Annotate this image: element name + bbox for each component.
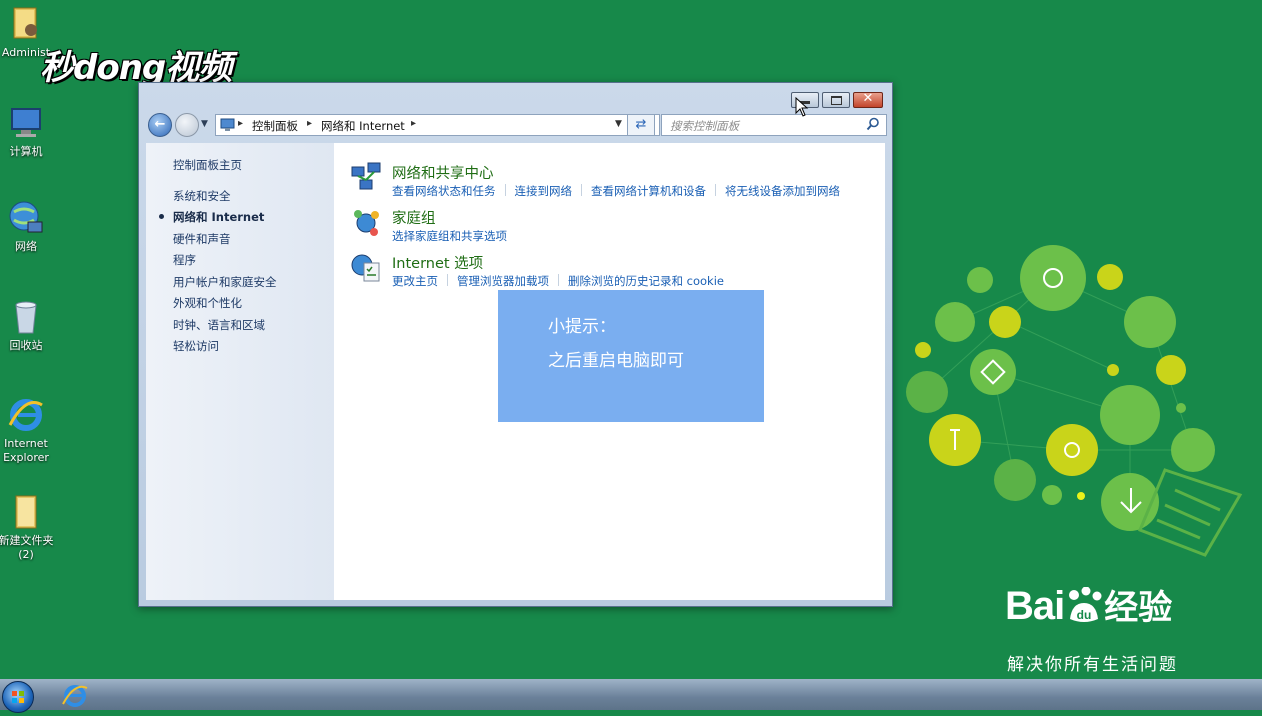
search-input[interactable]: 搜索控制面板 <box>661 114 887 136</box>
sidebar-item-programs[interactable]: 程序 <box>173 252 196 268</box>
search-placeholder: 搜索控制面板 <box>670 119 739 133</box>
sidebar-item-hardware-sound[interactable]: 硬件和声音 <box>173 231 231 247</box>
desktop-icon-administrator[interactable]: Administ <box>0 4 56 60</box>
back-arrow-icon: ← <box>154 117 166 132</box>
sidebar-item-home[interactable]: 控制面板主页 <box>173 157 242 173</box>
network-icon <box>9 201 43 233</box>
sidebar-item-network-internet[interactable]: 网络和 Internet <box>173 209 264 225</box>
windows-logo-icon <box>12 691 24 703</box>
breadcrumb-separator-icon: ▸ <box>307 118 313 129</box>
sidebar-item-user-accounts[interactable]: 用户帐户和家庭安全 <box>173 274 277 290</box>
tip-body: 之后重启电脑即可 <box>548 351 684 371</box>
desktop-icon-label: 新建文件夹 (2) <box>0 534 54 561</box>
active-bullet-icon <box>159 214 164 219</box>
sidebar-item-appearance[interactable]: 外观和个性化 <box>173 295 242 311</box>
folder-icon <box>15 495 37 529</box>
link-divider <box>581 184 582 196</box>
lightbulb-decoration <box>906 245 1243 557</box>
forward-button[interactable] <box>175 113 199 137</box>
category-title-internet-options[interactable]: Internet 选项 <box>392 252 483 273</box>
link-manage-addons[interactable]: 管理浏览器加载项 <box>457 273 549 289</box>
internet-options-icon <box>351 254 380 282</box>
desktop-icon-label: Internet Explorer <box>3 437 49 464</box>
desktop-icon-label: 网络 <box>15 240 37 253</box>
desktop-icon-label: Administ <box>1 46 51 59</box>
control-panel-icon <box>220 118 235 131</box>
mouse-cursor-icon <box>795 97 809 117</box>
baidu-jingyan-text: 经验 <box>1104 588 1173 628</box>
desktop-icon-new-folder[interactable]: 新建文件夹 (2) <box>0 492 56 562</box>
link-divider <box>447 274 448 286</box>
breadcrumb-separator-icon: ▸ <box>238 118 244 129</box>
network-sharing-icon <box>351 162 381 190</box>
link-divider <box>715 184 716 196</box>
link-add-wireless-device[interactable]: 将无线设备添加到网络 <box>725 183 840 199</box>
sidebar: 控制面板主页 系统和安全 网络和 Internet 硬件和声音 程序 用户帐户和… <box>146 143 334 600</box>
link-connect-network[interactable]: 连接到网络 <box>515 183 573 199</box>
recycle-bin-icon <box>15 301 37 334</box>
tip-overlay: 小提示： 之后重启电脑即可 <box>498 290 764 422</box>
close-icon: ✕ <box>862 91 874 106</box>
tip-title: 小提示： <box>548 317 616 337</box>
link-divider <box>504 184 506 196</box>
refresh-icon: ⇄ <box>635 117 647 132</box>
close-button[interactable]: ✕ <box>853 91 883 108</box>
link-view-network-status[interactable]: 查看网络状态和任务 <box>392 183 496 199</box>
search-icon[interactable] <box>866 117 880 131</box>
baidu-slogan: 解决你所有生活问题 <box>1007 655 1178 675</box>
back-button[interactable]: ← <box>148 113 172 137</box>
address-dropdown-icon[interactable]: ▼ <box>615 119 622 129</box>
homegroup-icon <box>354 210 379 236</box>
breadcrumb-separator-icon: ▸ <box>411 118 417 129</box>
desktop-icon-label: 计算机 <box>9 145 43 158</box>
ie-icon <box>8 399 43 431</box>
desktop-icon-internet-explorer[interactable]: Internet Explorer <box>0 395 56 465</box>
taskbar <box>0 679 1262 710</box>
desktop-icon-recycle-bin[interactable]: 回收站 <box>0 297 56 353</box>
computer-icon <box>11 108 41 137</box>
link-divider <box>558 274 559 286</box>
recent-pages-dropdown-icon[interactable]: ▼ <box>201 119 208 129</box>
start-button[interactable] <box>2 681 34 713</box>
address-bar: ← ▼ ▸ 控制面板 ▸ 网络和 Internet ▸ ▼ ⇄ 搜索控制面板 <box>145 111 887 139</box>
link-homegroup-options[interactable]: 选择家庭组和共享选项 <box>392 228 507 244</box>
breadcrumb-control-panel[interactable]: 控制面板 <box>252 118 298 134</box>
category-links-homegroup: 选择家庭组和共享选项 <box>392 228 507 244</box>
category-title-homegroup[interactable]: 家庭组 <box>392 207 436 228</box>
category-title-network-sharing[interactable]: 网络和共享中心 <box>392 162 494 183</box>
breadcrumb-network-internet[interactable]: 网络和 Internet <box>321 118 405 134</box>
desktop-icon-computer[interactable]: 计算机 <box>0 103 56 159</box>
baidu-jingyan-logo: Bai du 经验 解决你所有生活问题 <box>1005 580 1176 675</box>
sidebar-item-clock-language[interactable]: 时钟、语言和区域 <box>173 317 265 333</box>
baidu-paw-icon: du <box>1069 587 1102 622</box>
svg-text:du: du <box>1077 608 1092 622</box>
maximize-button[interactable] <box>822 92 850 108</box>
category-links-internet-options: 更改主页 管理浏览器加载项 删除浏览的历史记录和 cookie <box>392 273 724 289</box>
desktop-icon-label: 回收站 <box>9 339 43 352</box>
category-links-network-sharing: 查看网络状态和任务 连接到网络 查看网络计算机和设备 将无线设备添加到网络 <box>392 183 840 199</box>
link-view-network-computers[interactable]: 查看网络计算机和设备 <box>591 183 706 199</box>
refresh-button[interactable]: ⇄ <box>627 114 655 136</box>
sidebar-item-system-security[interactable]: 系统和安全 <box>173 188 231 204</box>
desktop-icon-network[interactable]: 网络 <box>0 198 56 254</box>
link-delete-history[interactable]: 删除浏览的历史记录和 cookie <box>568 273 724 289</box>
title-bar[interactable]: ✕ <box>139 83 892 111</box>
link-change-homepage[interactable]: 更改主页 <box>392 273 438 289</box>
sidebar-item-ease-of-access[interactable]: 轻松访问 <box>173 338 219 354</box>
taskbar-ie-icon[interactable] <box>60 682 90 710</box>
breadcrumb[interactable]: ▸ 控制面板 ▸ 网络和 Internet ▸ ▼ <box>215 114 660 136</box>
baidu-logo-text: Bai <box>1005 584 1065 628</box>
user-folder-icon <box>13 7 37 39</box>
